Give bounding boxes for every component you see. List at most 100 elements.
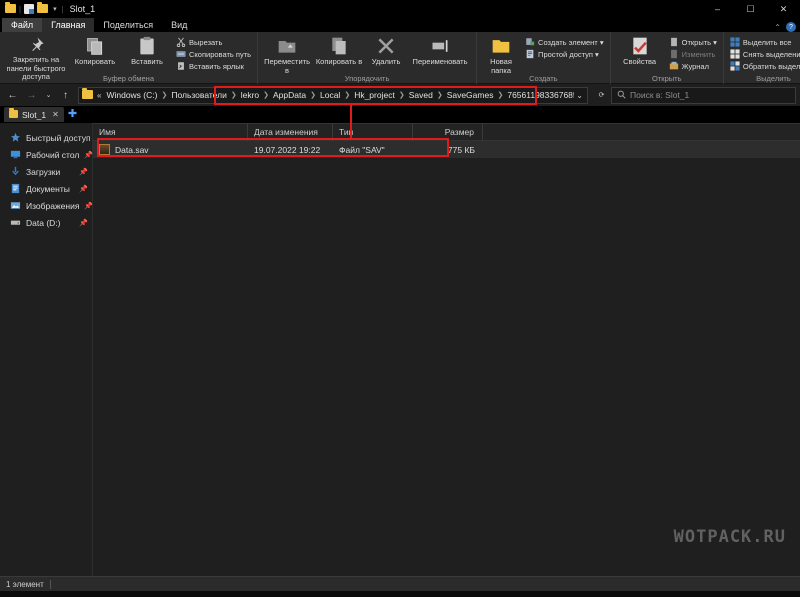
- sidebar-item-pictures[interactable]: Изображения 📌: [0, 197, 93, 214]
- properties-button[interactable]: Свойства: [614, 34, 666, 67]
- maximize-button[interactable]: ☐: [734, 0, 767, 18]
- chevron-right-icon: ❯: [436, 92, 443, 99]
- new-item-button[interactable]: Создать элемент ▾: [522, 36, 607, 48]
- new-folder-icon[interactable]: [37, 2, 49, 14]
- select-all-label: Выделить все: [742, 37, 792, 47]
- properties-icon[interactable]: [24, 4, 35, 14]
- easy-access-button[interactable]: Простой доступ ▾: [522, 48, 607, 60]
- properties-label: Свойства: [623, 57, 657, 66]
- column-header-date[interactable]: Дата изменения: [248, 123, 333, 141]
- search-placeholder: Поиск в: Slot_1: [630, 90, 690, 100]
- status-divider: [49, 579, 51, 589]
- select-none-button[interactable]: Снять выделение: [727, 48, 800, 60]
- breadcrumb-item-local[interactable]: Local: [317, 90, 343, 100]
- breadcrumb-item-saved[interactable]: Saved: [406, 90, 436, 100]
- tab-view[interactable]: Вид: [162, 18, 196, 32]
- column-header-type[interactable]: Тип: [333, 123, 413, 141]
- delete-button[interactable]: Удалить: [365, 34, 407, 67]
- chevron-right-icon: ❯: [344, 92, 351, 99]
- breadcrumb-item-appdata[interactable]: AppData: [270, 90, 309, 100]
- select-all-button[interactable]: Выделить все: [727, 36, 800, 48]
- pin-icon[interactable]: 📌: [79, 185, 88, 193]
- breadcrumb-items: Windows (C:) ❯ Пользователи ❯ lekro ❯ Ap…: [103, 90, 574, 100]
- pin-icon[interactable]: 📌: [84, 151, 93, 159]
- help-icon[interactable]: ?: [786, 22, 796, 32]
- close-icon[interactable]: ✕: [52, 110, 59, 119]
- chevron-down-icon[interactable]: ▾: [51, 5, 59, 13]
- chevron-down-icon[interactable]: ⌄: [574, 91, 585, 100]
- sidebar-item-downloads[interactable]: Загрузки 📌: [0, 163, 92, 180]
- new-folder-label: Новая папка: [490, 57, 512, 75]
- ribbon: Закрепить на панели быстрого доступа Коп…: [0, 32, 800, 84]
- breadcrumb-item-steamid[interactable]: 76561198336768505: [504, 90, 574, 100]
- invert-selection-button[interactable]: Обратить выделение: [727, 60, 800, 72]
- breadcrumb-item-users[interactable]: Пользователи: [168, 90, 229, 100]
- refresh-button[interactable]: ⟳: [595, 86, 608, 104]
- folder-icon[interactable]: [5, 2, 16, 14]
- chevron-right-icon: ❯: [230, 92, 237, 99]
- move-to-icon: [277, 36, 297, 56]
- open-icon: [669, 37, 679, 47]
- search-input[interactable]: Поиск в: Slot_1: [611, 86, 796, 104]
- table-row[interactable]: Data.sav 19.07.2022 19:22 Файл "SAV" 775…: [93, 141, 800, 158]
- sav-file-icon: [99, 144, 110, 155]
- close-button[interactable]: ✕: [767, 0, 800, 18]
- tab-file[interactable]: Файл: [2, 18, 43, 32]
- breadcrumb-item-savegames[interactable]: SaveGames: [444, 90, 497, 100]
- edit-button[interactable]: Изменить: [666, 48, 720, 60]
- edit-label: Изменить: [681, 49, 716, 59]
- ribbon-group-new-label: Создать: [529, 74, 558, 83]
- column-header-row: Имя Дата изменения Тип Размер: [93, 123, 800, 141]
- move-to-button[interactable]: Переместить в: [261, 34, 313, 75]
- documents-icon: [10, 183, 21, 194]
- column-header-size[interactable]: Размер: [413, 123, 483, 141]
- chevron-up-icon[interactable]: ⌃: [774, 23, 781, 32]
- sidebar-label-desktop: Рабочий стол: [26, 149, 80, 160]
- new-item-icon: [525, 37, 535, 47]
- sidebar-item-data-drive[interactable]: Data (D:) 📌: [0, 214, 92, 231]
- paste-button[interactable]: Вставить: [121, 34, 173, 67]
- open-button[interactable]: Открыть ▾: [666, 36, 720, 48]
- new-tab-button[interactable]: ✚: [68, 109, 77, 120]
- back-button[interactable]: ←: [4, 86, 21, 104]
- breadcrumb-overflow[interactable]: «: [95, 91, 103, 100]
- chevron-right-icon: ❯: [263, 92, 270, 99]
- forward-button[interactable]: →: [23, 86, 40, 104]
- copy-button[interactable]: Копировать: [69, 34, 121, 67]
- tab-share[interactable]: Поделиться: [94, 18, 162, 32]
- file-type-cell: Файл "SAV": [339, 144, 385, 155]
- breadcrumb[interactable]: « Windows (C:) ❯ Пользователи ❯ lekro ❯ …: [78, 86, 588, 104]
- sidebar-item-desktop[interactable]: Рабочий стол 📌: [0, 146, 93, 163]
- ribbon-group-open-label: Открыть: [652, 74, 682, 83]
- new-folder-button[interactable]: Новая папка: [480, 34, 522, 75]
- history-button[interactable]: Журнал: [666, 60, 720, 72]
- cut-button[interactable]: Вырезать: [173, 36, 254, 48]
- pin-icon: [27, 36, 45, 54]
- breadcrumb-item-user[interactable]: lekro: [238, 90, 262, 100]
- breadcrumb-item-hkproject[interactable]: Hk_project: [351, 90, 398, 100]
- breadcrumb-item-drive[interactable]: Windows (C:): [103, 90, 160, 100]
- up-button[interactable]: ↑: [57, 86, 74, 104]
- tab-home[interactable]: Главная: [42, 18, 95, 32]
- minimize-button[interactable]: –: [701, 0, 734, 18]
- chevron-right-icon: ❯: [497, 92, 504, 99]
- navigation-pane-column: Быстрый доступ Рабочий стол 📌 Загрузки 📌: [0, 123, 93, 576]
- sidebar-item-quick-access[interactable]: Быстрый доступ: [0, 129, 92, 146]
- copy-to-button[interactable]: Копировать в: [313, 34, 365, 67]
- ribbon-group-clipboard-label: Буфер обмена: [103, 74, 154, 83]
- sidebar-item-documents[interactable]: Документы 📌: [0, 180, 92, 197]
- explorer-tab-slot1[interactable]: Slot_1 ✕: [4, 107, 64, 122]
- file-list-pane: Имя Дата изменения Тип Размер Data.sav 1…: [93, 123, 800, 576]
- paste-shortcut-button[interactable]: Вставить ярлык: [173, 60, 254, 72]
- pin-icon[interactable]: 📌: [84, 202, 93, 210]
- pin-icon[interactable]: 📌: [79, 219, 88, 227]
- copy-path-button[interactable]: Скопировать путь: [173, 48, 254, 60]
- recent-locations-button[interactable]: ⌄: [42, 86, 55, 104]
- edit-icon: [669, 49, 679, 59]
- window-title: Slot_1: [69, 4, 96, 14]
- drive-icon: [10, 217, 21, 228]
- easy-access-label: Простой доступ ▾: [538, 49, 599, 59]
- pin-icon[interactable]: 📌: [79, 168, 88, 176]
- rename-button[interactable]: Переименовать: [407, 34, 473, 67]
- column-header-name[interactable]: Имя: [93, 123, 248, 141]
